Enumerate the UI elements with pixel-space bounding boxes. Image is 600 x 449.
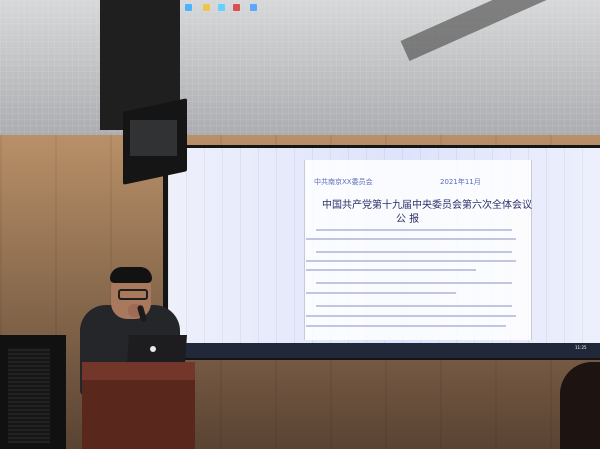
document-text-line xyxy=(306,238,516,240)
document-text-line xyxy=(306,269,476,271)
app-icon[interactable] xyxy=(233,4,240,11)
document-text-line xyxy=(316,282,512,284)
folder-icon[interactable] xyxy=(203,4,210,11)
browser-icon[interactable] xyxy=(218,4,225,11)
document-text-line xyxy=(316,305,512,307)
foreground-audience-head xyxy=(560,362,600,449)
document-text-line xyxy=(316,229,512,231)
taskbar xyxy=(168,343,600,358)
laptop xyxy=(127,335,187,363)
document-text-line xyxy=(306,260,516,262)
document-title: 中国共产党第十九届中央委员会第六次全体会议 xyxy=(322,200,532,211)
document-text-line xyxy=(306,292,456,294)
presentation-icon[interactable] xyxy=(250,4,257,11)
windows-start-icon[interactable] xyxy=(185,4,192,11)
glasses-icon xyxy=(118,289,148,300)
ceiling-grid xyxy=(0,0,600,150)
laptop-logo-icon xyxy=(150,346,156,352)
speaker-grill xyxy=(8,348,50,443)
document-text-line xyxy=(306,315,516,317)
presenter-hair xyxy=(110,267,152,283)
conference-room-scene: 中共南京XX委员会 2021年11月 中国共产党第十九届中央委员会第六次全体会议… xyxy=(0,0,600,449)
document-page xyxy=(304,160,532,340)
document-header-left: 中共南京XX委员会 xyxy=(314,178,373,186)
stage-light-front xyxy=(130,120,177,156)
document-text-line xyxy=(316,251,512,253)
podium-top xyxy=(82,362,195,380)
taskbar-clock: 11:25 xyxy=(575,345,587,350)
document-subtitle: 公 报 xyxy=(396,214,420,225)
document-header-right: 2021年11月 xyxy=(440,178,481,186)
document-text-line xyxy=(306,325,506,327)
